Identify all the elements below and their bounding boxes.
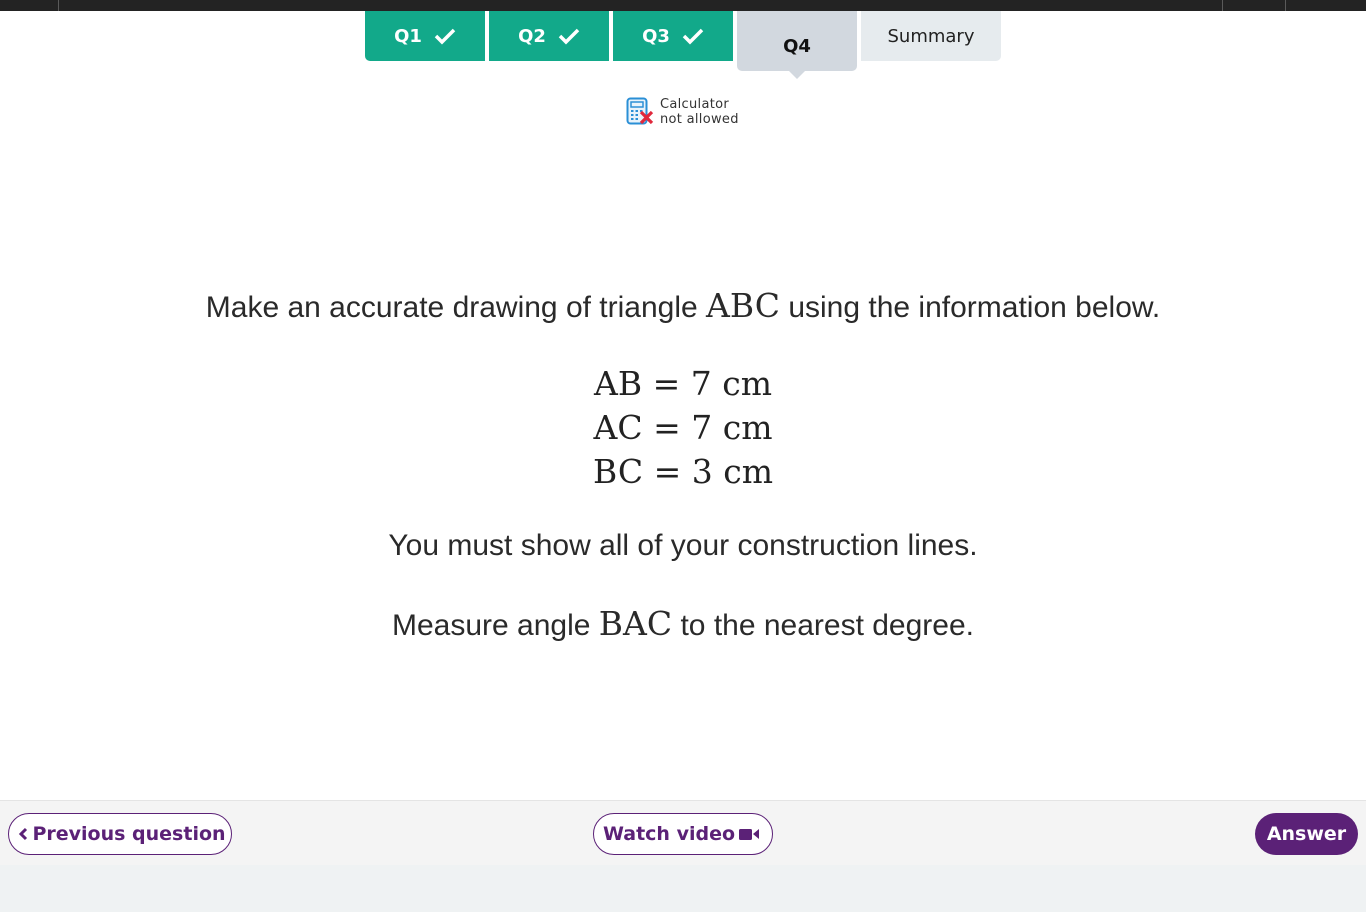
tab-label: Summary [887,25,975,47]
tab-q2[interactable]: Q2 [489,11,609,61]
tab-q1[interactable]: Q1 [365,11,485,61]
equation-row: AC = 7 cm [593,408,773,447]
equation-value: 7 [690,364,712,403]
check-icon [434,28,456,45]
equation-side: BC [592,452,644,491]
equation-unit: cm [722,408,773,447]
chevron-left-icon [19,827,28,841]
equation-unit: cm [723,452,774,491]
given-lengths: AB = 7 cm AC = 7 cm BC = 3 cm [0,362,1366,494]
measure-text: Measure angle [391,609,599,642]
triangle-name: ABC [706,286,780,325]
measure-instruction: Measure angle BAC to the nearest degree. [0,604,1366,643]
answer-button[interactable]: Answer [1255,813,1358,855]
equation-value: 7 [691,408,713,447]
tab-summary[interactable]: Summary [861,11,1001,61]
top-bar-divider [1222,0,1223,11]
calculator-not-allowed-icon [626,97,654,125]
tab-q4[interactable]: Q4 [737,11,857,79]
equation-side: AB [593,364,643,403]
tab-label: Q3 [642,25,670,47]
calculator-line2: not allowed [660,112,739,127]
check-icon [682,28,704,45]
footer-bar: Previous question Watch video Answer [0,800,1366,865]
top-bar [0,0,1366,11]
equation-row: BC = 3 cm [592,452,774,491]
construction-instruction: You must show all of your construction l… [388,529,978,562]
intro-text: Make an accurate drawing of triangle [205,291,707,324]
top-bar-divider [58,0,59,11]
answer-label: Answer [1266,823,1347,845]
tab-label: Q4 [783,35,811,57]
intro-text-end: using the information below. [780,291,1161,324]
tab-q3[interactable]: Q3 [613,11,733,61]
equation-unit: cm [722,364,772,403]
watch-video-button[interactable]: Watch video [593,813,773,855]
calculator-line1: Calculator [660,97,730,112]
angle-name: BAC [598,604,673,643]
tab-label: Q2 [518,25,546,47]
previous-question-button[interactable]: Previous question [8,813,232,855]
page-bottom-area [0,865,1366,912]
watch-video-label: Watch video [602,823,736,845]
measure-text-end: to the nearest degree. [672,609,974,642]
equation-side: AC [593,408,643,447]
question-intro: Make an accurate drawing of triangle ABC… [0,286,1366,325]
equation-row: AB = 7 cm [593,364,772,403]
equation-value: 3 [691,452,713,491]
previous-question-label: Previous question [32,823,226,845]
calculator-notice: Calculator not allowed [626,97,739,127]
video-camera-icon [739,829,760,840]
tab-label: Q1 [394,25,422,47]
check-icon [558,28,580,45]
top-bar-divider [1285,0,1286,11]
